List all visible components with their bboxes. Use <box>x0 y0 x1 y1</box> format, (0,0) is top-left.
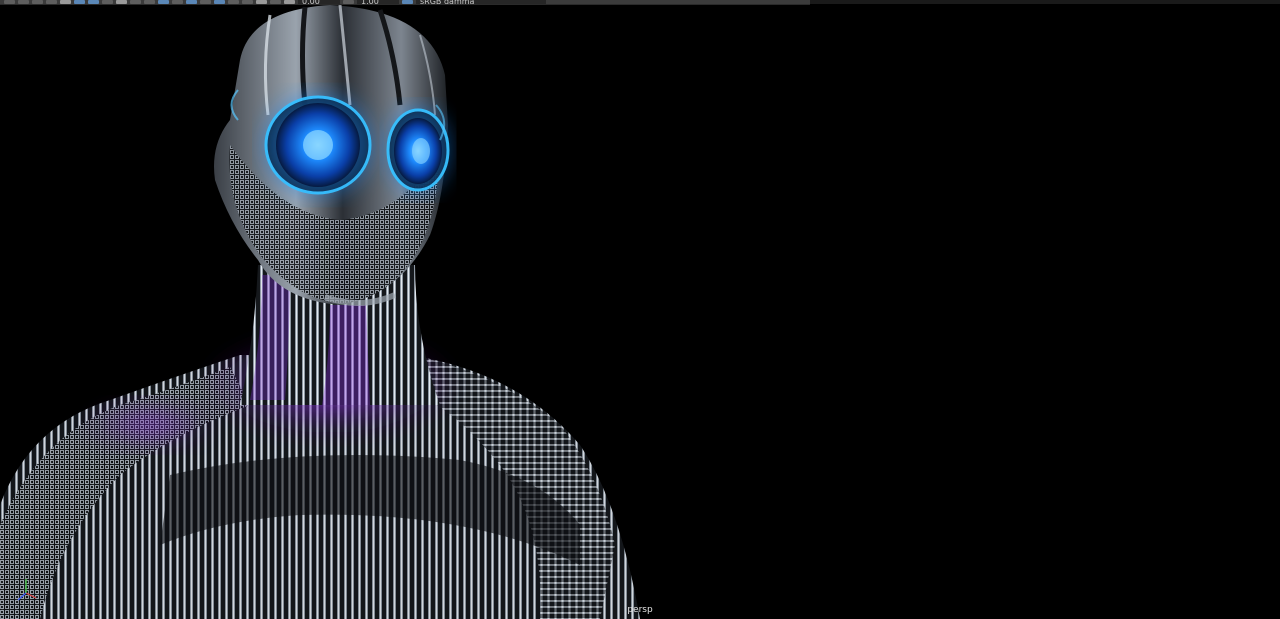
xray-joints-icon[interactable] <box>256 0 267 4</box>
antialias-icon[interactable] <box>214 0 225 4</box>
color-management-dropdown[interactable]: sRGB gamma <box>416 0 546 4</box>
axis-gizmo-icon <box>17 579 37 601</box>
select-tool-icon[interactable] <box>4 0 15 4</box>
safe-action-icon[interactable] <box>102 0 113 4</box>
ambient-occlusion-icon[interactable] <box>186 0 197 4</box>
grid-icon[interactable] <box>60 0 71 4</box>
exposure-icon[interactable] <box>284 0 295 4</box>
paint-tool-icon[interactable] <box>32 0 43 4</box>
robot-render <box>0 5 640 619</box>
z-axis-line <box>17 592 27 601</box>
camera-name-label: persp <box>627 605 653 615</box>
move-tool-icon[interactable] <box>46 0 57 4</box>
lights-icon[interactable] <box>158 0 169 4</box>
perspective-viewport[interactable]: persp <box>0 5 1280 619</box>
smooth-shade-icon[interactable] <box>130 0 141 4</box>
shadows-icon[interactable] <box>172 0 183 4</box>
toolbar-empty-area <box>810 0 1280 4</box>
camera-icon[interactable] <box>270 0 281 4</box>
textured-icon[interactable] <box>144 0 155 4</box>
gamma-field[interactable]: 1.00 <box>357 0 399 4</box>
gamma-icon[interactable] <box>343 0 354 4</box>
x-axis-line <box>25 592 37 599</box>
lasso-tool-icon[interactable] <box>18 0 29 4</box>
wireframe-icon[interactable] <box>116 0 127 4</box>
xray-icon[interactable] <box>242 0 253 4</box>
color-management-icon[interactable] <box>402 0 413 4</box>
motion-blur-icon[interactable] <box>200 0 211 4</box>
film-gate-icon[interactable] <box>74 0 85 4</box>
isolate-select-icon[interactable] <box>228 0 239 4</box>
exposure-field[interactable]: 0.00 <box>298 0 340 4</box>
resolution-gate-icon[interactable] <box>88 0 99 4</box>
maya-viewport-window: 0.00 1.00 sRGB gamma <box>0 0 1280 619</box>
